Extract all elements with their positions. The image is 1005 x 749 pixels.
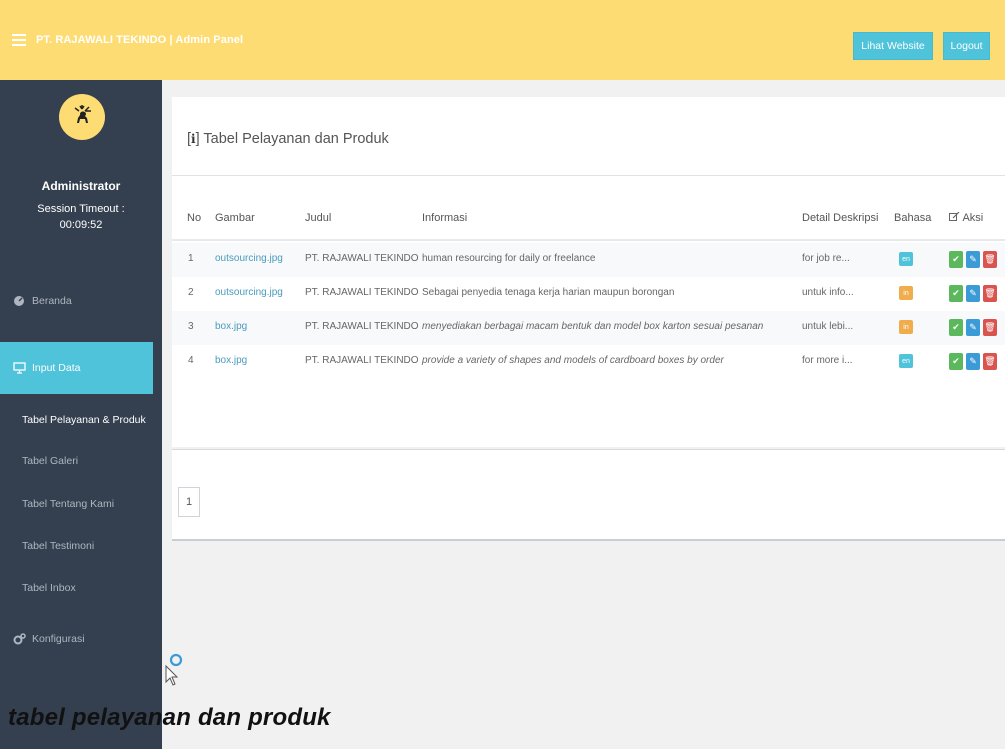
gears-icon [12,632,26,646]
trash-icon: 🗑 [984,288,996,298]
edit-icon [949,211,960,221]
cell-gambar-link[interactable]: outsourcing.jpg [215,253,283,264]
pagination-page-button[interactable]: 1 [178,487,200,517]
check-icon: ✔ [952,356,960,366]
cell-judul: PT. RAJAWALI TEKINDO [305,321,419,332]
table-row: 2 outsourcing.jpg PT. RAJAWALI TEKINDO S… [172,277,1005,311]
approve-button[interactable]: ✔ [949,251,963,268]
delete-button[interactable]: 🗑 [983,353,997,370]
trash-icon: 🗑 [984,322,996,332]
sidebar-item-beranda[interactable]: Beranda [12,294,72,308]
edit-button[interactable]: ✎ [966,251,980,268]
sidebar-item-input-data[interactable]: Input Data [0,342,153,394]
cell-informasi: Sebagai penyedia tenaga kerja harian mau… [422,287,675,298]
cell-informasi: menyediakan berbagai macam bentuk dan mo… [422,321,764,332]
sidebar-subitem-galeri[interactable]: Tabel Galeri [22,455,78,467]
sidebar-subitem-pelayanan-produk[interactable]: Tabel Pelayanan & Produk [22,414,146,426]
cell-detail: for more i... [802,355,853,366]
cell-no: 4 [188,355,194,366]
column-header-gambar: Gambar [215,212,255,224]
hamburger-icon[interactable] [12,34,26,46]
top-bar: PT. RAJAWALI TEKINDO | Admin Panel Lihat… [0,0,1005,80]
language-badge: en [899,354,913,368]
cell-judul: PT. RAJAWALI TEKINDO [305,253,419,264]
column-header-judul: Judul [305,212,332,224]
edit-button[interactable]: ✎ [966,285,980,302]
approve-button[interactable]: ✔ [949,319,963,336]
pencil-icon: ✎ [969,288,977,298]
lihat-website-button[interactable]: Lihat Website [853,32,933,60]
sidebar-subitem-tentang-kami[interactable]: Tabel Tentang Kami [22,498,114,510]
cell-detail: untuk info... [802,287,854,298]
column-header-informasi: Informasi [422,212,468,224]
monitor-icon [12,361,26,375]
delete-button[interactable]: 🗑 [983,251,997,268]
sidebar-item-label: Beranda [32,295,72,307]
cell-no: 2 [188,287,194,298]
table-row: 3 box.jpg PT. RAJAWALI TEKINDO menyediak… [172,311,1005,345]
pencil-icon: ✎ [969,322,977,332]
sidebar-item-label: Konfigurasi [32,633,85,645]
language-badge: in [899,286,913,300]
check-icon: ✔ [952,254,960,264]
divider [172,175,1005,176]
language-badge: en [899,252,913,266]
cell-gambar-link[interactable]: box.jpg [215,321,247,332]
approve-button[interactable]: ✔ [949,353,963,370]
sidebar-item-label: Input Data [32,362,81,374]
trash-icon: 🗑 [984,254,996,264]
table-row: 4 box.jpg PT. RAJAWALI TEKINDO provide a… [172,345,1005,379]
pagination-panel: 1 [172,449,1005,541]
session-timer: 00:09:52 [59,219,103,231]
sidebar-item-konfigurasi[interactable]: Konfigurasi [12,632,85,646]
check-icon: ✔ [952,322,960,332]
trash-icon: 🗑 [984,356,996,366]
cell-detail: for job re... [802,253,850,264]
pencil-icon: ✎ [969,356,977,366]
table-row: 1 outsourcing.jpg PT. RAJAWALI TEKINDO h… [172,243,1005,277]
delete-button[interactable]: 🗑 [983,285,997,302]
dashboard-icon [12,294,26,308]
content-panel: [i] Tabel Pelayanan dan Produk No Gambar… [172,97,1005,447]
logout-button[interactable]: Logout [943,32,990,60]
check-icon: ✔ [952,288,960,298]
delete-button[interactable]: 🗑 [983,319,997,336]
avatar [59,94,105,140]
column-header-no: No [187,212,202,224]
cell-no: 3 [188,321,194,332]
sidebar: Administrator Session Timeout : 00:09:52… [0,80,162,749]
deer-icon [74,105,91,123]
column-header-detail: Detail Deskripsi [802,212,879,224]
busy-cursor-icon [165,653,183,686]
page-title: [i] Tabel Pelayanan dan Produk [187,131,389,147]
sidebar-subitem-inbox[interactable]: Tabel Inbox [22,582,76,594]
column-header-aksi: Aksi [949,211,983,224]
cell-gambar-link[interactable]: box.jpg [215,355,247,366]
image-caption: tabel pelayanan dan produk [8,704,331,731]
cell-informasi: provide a variety of shapes and models o… [422,355,724,366]
cell-informasi: human resourcing for daily or freelance [422,253,596,264]
column-header-bahasa: Bahasa [894,212,932,224]
cell-judul: PT. RAJAWALI TEKINDO [305,355,419,366]
app-title: PT. RAJAWALI TEKINDO | Admin Panel [36,34,244,46]
sidebar-subitem-testimoni[interactable]: Tabel Testimoni [22,540,94,552]
approve-button[interactable]: ✔ [949,285,963,302]
header-divider [172,239,1005,241]
edit-button[interactable]: ✎ [966,353,980,370]
pencil-icon: ✎ [969,254,977,264]
cell-detail: untuk lebi... [802,321,854,332]
edit-button[interactable]: ✎ [966,319,980,336]
session-label: Session Timeout : [37,203,125,215]
cell-judul: PT. RAJAWALI TEKINDO [305,287,419,298]
cell-gambar-link[interactable]: outsourcing.jpg [215,287,283,298]
user-name: Administrator [41,179,121,193]
language-badge: in [899,320,913,334]
cell-no: 1 [188,253,194,264]
